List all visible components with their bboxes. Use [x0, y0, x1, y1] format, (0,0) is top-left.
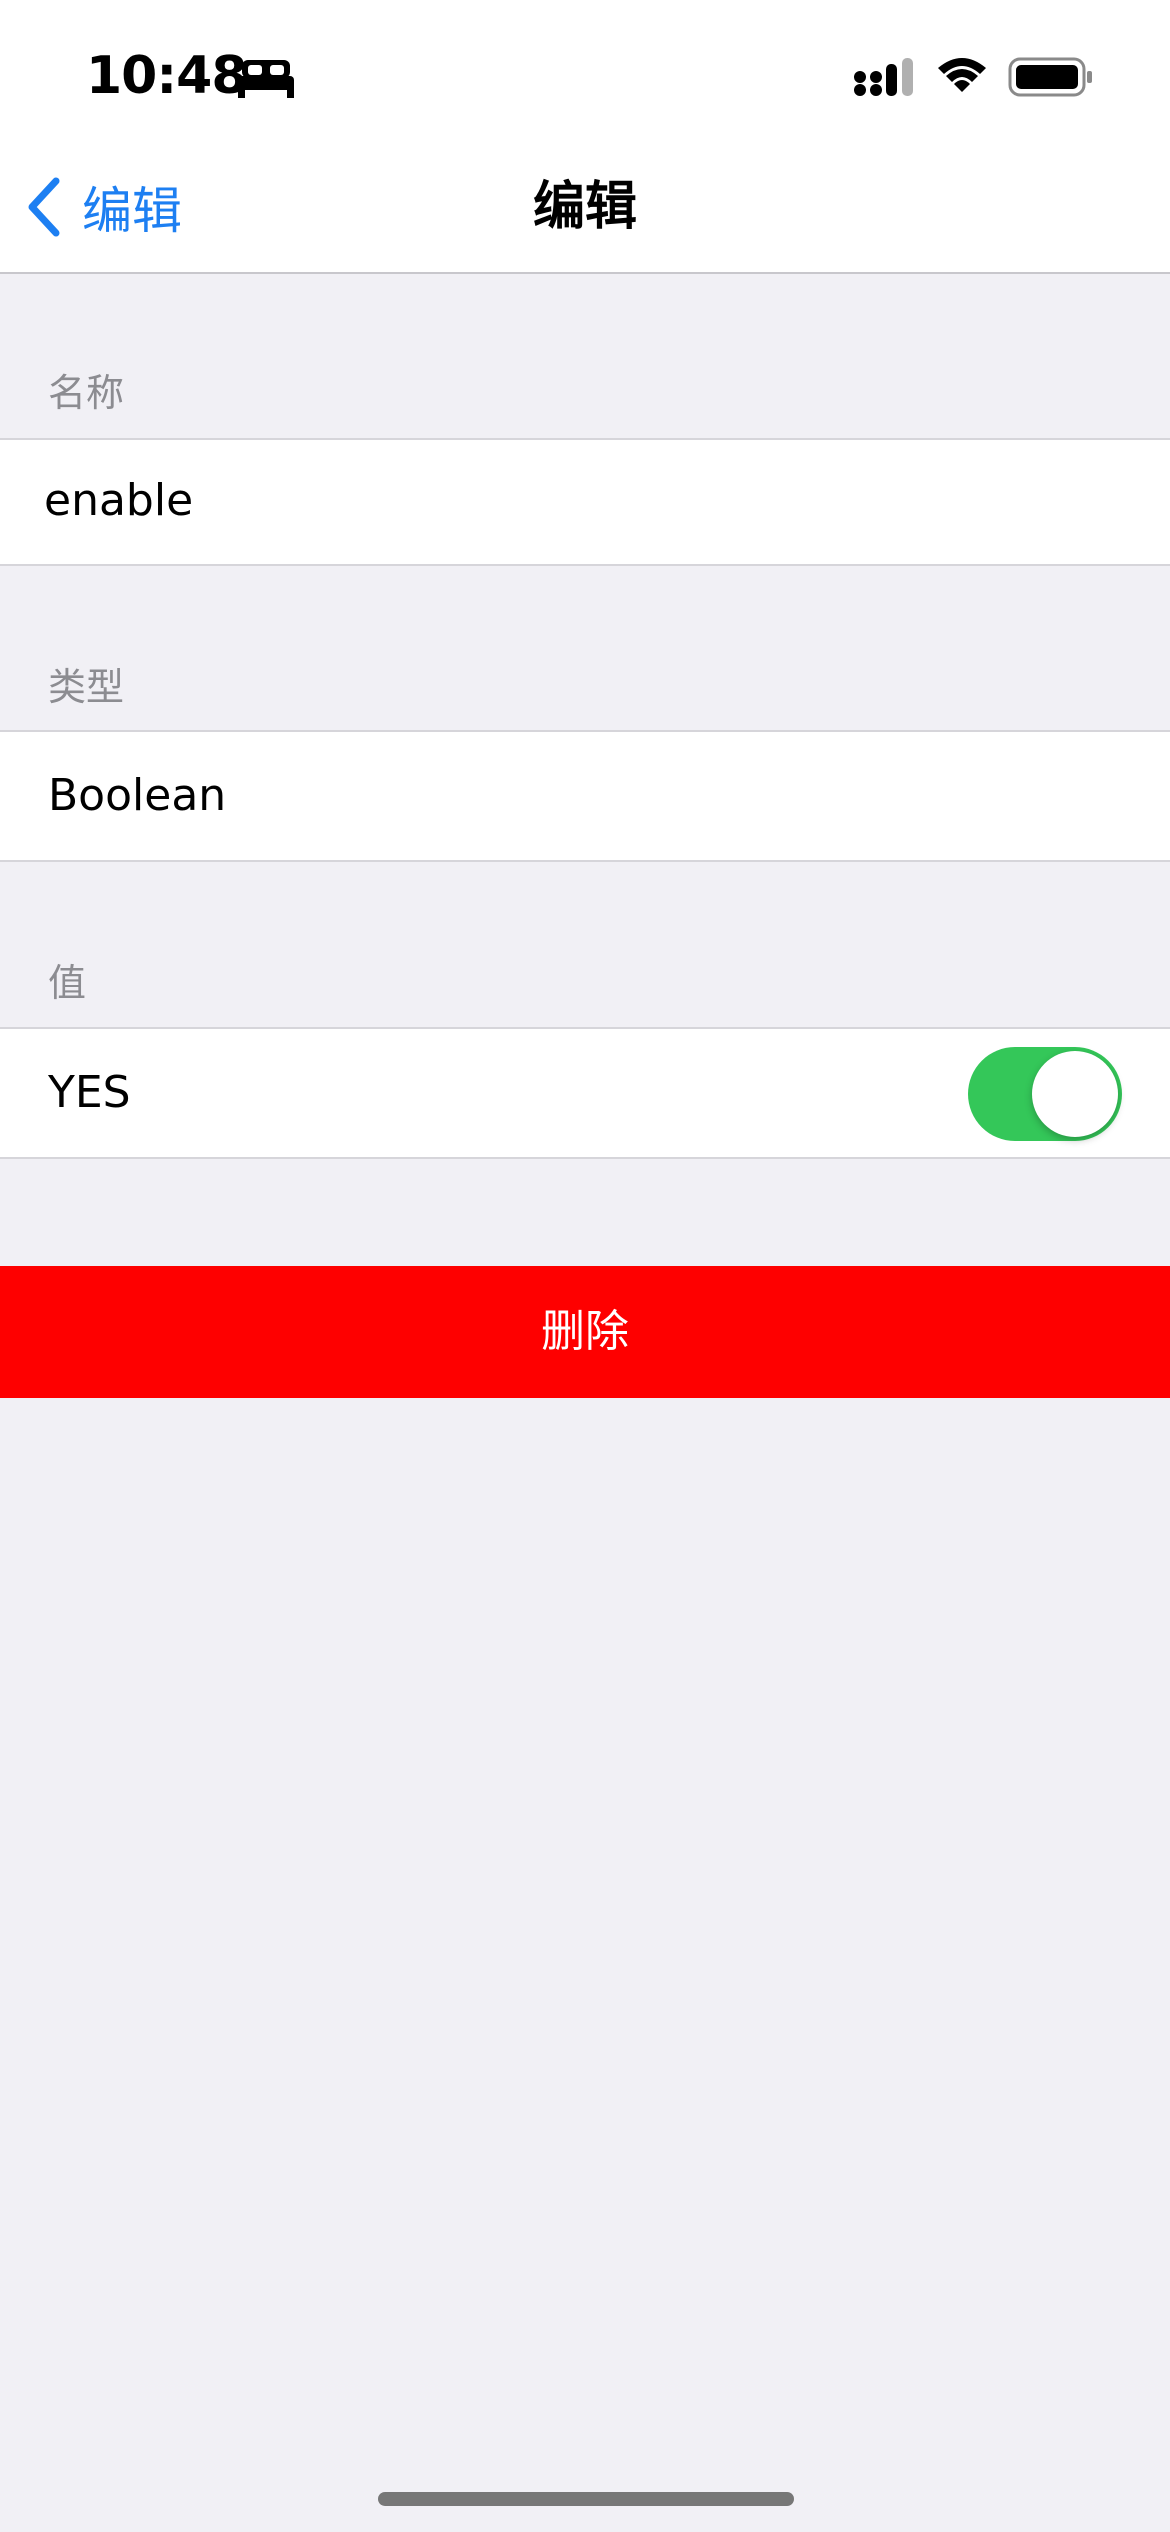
- value-toggle[interactable]: [968, 1047, 1122, 1141]
- status-time: 10:48: [86, 46, 248, 106]
- section-header-type: 类型: [48, 665, 125, 709]
- bed-icon: [238, 60, 294, 98]
- value-label: YES: [48, 1067, 131, 1118]
- page-title: 编辑: [532, 177, 637, 237]
- wifi-icon: [938, 58, 986, 92]
- home-indicator[interactable]: [378, 2492, 794, 2506]
- section-header-name: 名称: [48, 371, 125, 415]
- type-cell[interactable]: Boolean: [0, 730, 1170, 862]
- toggle-knob: [1032, 1051, 1118, 1137]
- type-value: Boolean: [48, 770, 227, 821]
- cellular-signal-icon: [854, 58, 913, 96]
- delete-button[interactable]: 删除: [0, 1266, 1170, 1398]
- name-cell: [0, 438, 1170, 566]
- value-cell: YES: [0, 1027, 1170, 1159]
- navigation-bar: 编辑 编辑: [0, 140, 1170, 274]
- status-bar: 10:48: [0, 0, 1170, 140]
- battery-icon: [1008, 57, 1092, 97]
- name-input[interactable]: [44, 470, 1124, 530]
- section-header-value: 值: [48, 961, 87, 1005]
